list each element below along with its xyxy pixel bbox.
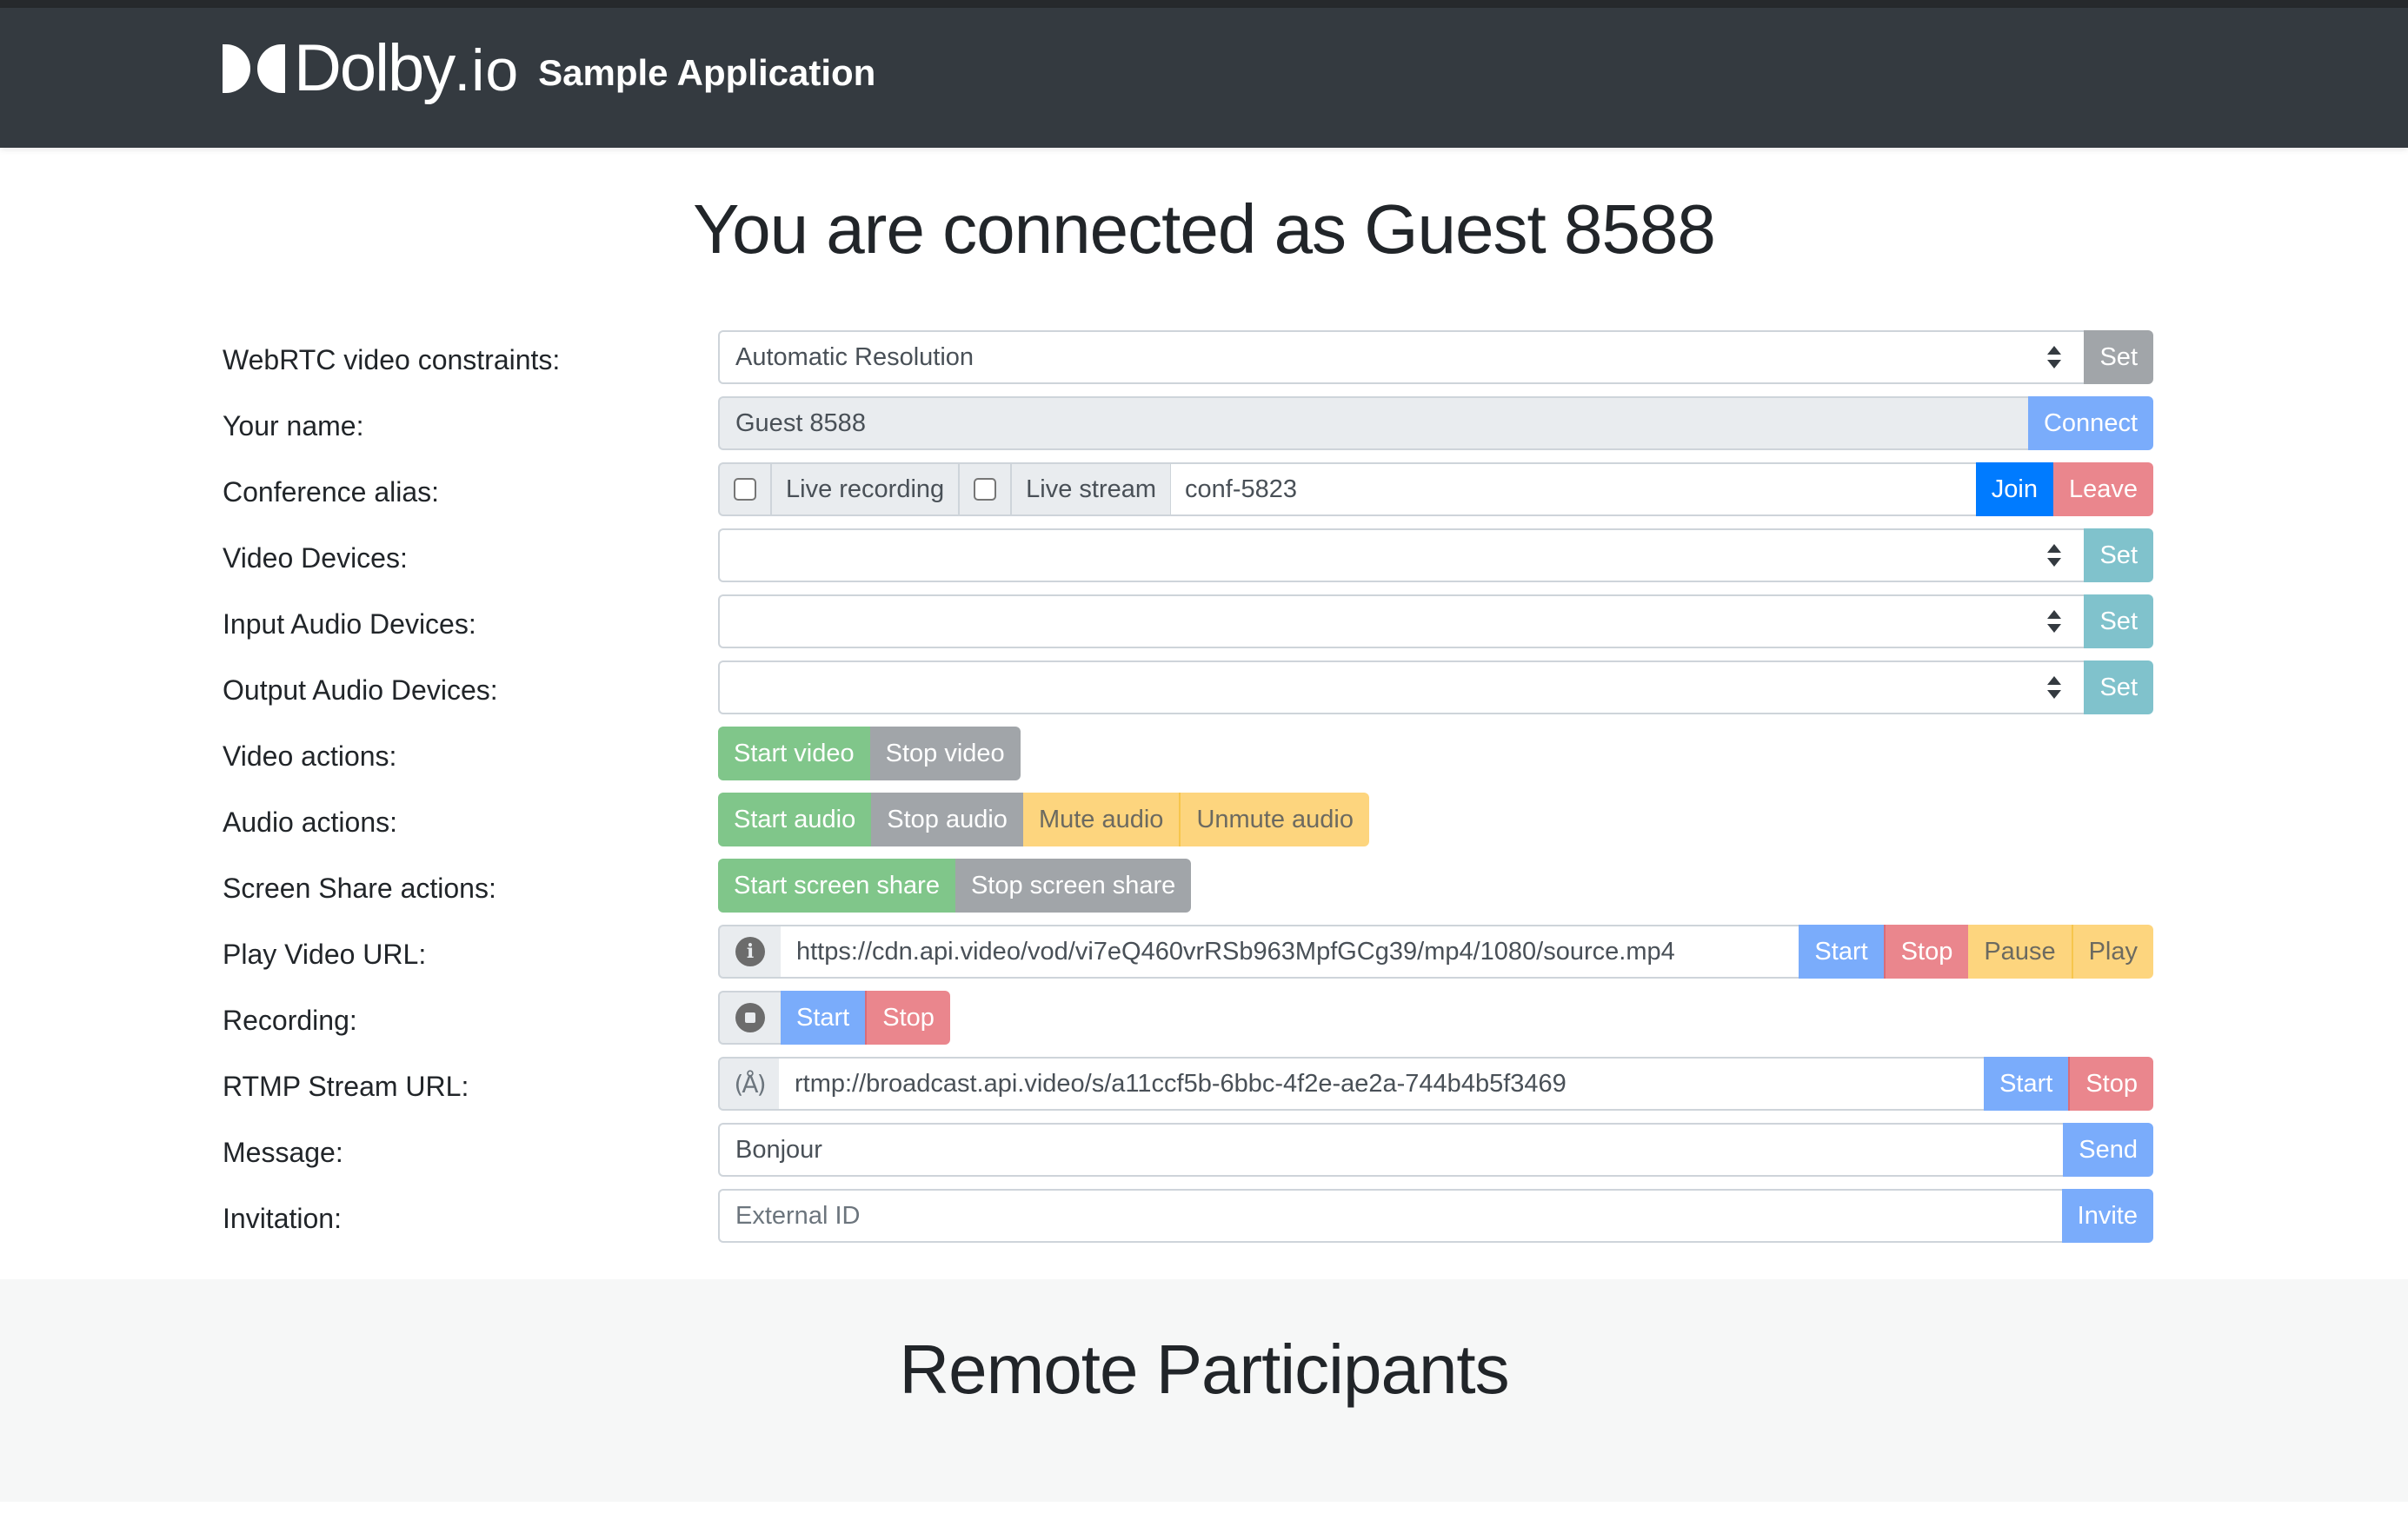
input-audio-devices-select[interactable]: [718, 594, 2085, 648]
start-screen-share-button[interactable]: Start screen share: [718, 859, 955, 913]
connect-button[interactable]: Connect: [2027, 396, 2153, 450]
play-video-url-button[interactable]: Play: [2071, 925, 2153, 979]
navbar: Dolby.io Sample Application: [0, 8, 2408, 148]
row-recording: Recording: Start Stop: [223, 991, 2153, 1045]
broadcast-antenna-icon: (Å): [734, 1069, 766, 1099]
label-recording: Recording:: [223, 1005, 357, 1036]
video-url-input[interactable]: https://cdn.api.video/vod/vi7eQ460vrRSb9…: [781, 925, 1799, 979]
info-icon-addon: i: [718, 925, 781, 979]
live-stream-checkbox-addon: [958, 462, 1011, 516]
live-stream-checkbox[interactable]: [974, 478, 997, 501]
row-invitation: Invitation: External ID Invite: [223, 1189, 2153, 1243]
rtmp-url-input[interactable]: rtmp://broadcast.api.video/s/a11ccf5b-6b…: [779, 1057, 1985, 1111]
pause-video-url-button[interactable]: Pause: [1968, 925, 2072, 979]
stop-circle-icon: [735, 1003, 765, 1032]
remote-participants-title: Remote Participants: [899, 1331, 1509, 1408]
start-recording-button[interactable]: Start: [781, 991, 866, 1045]
rtmp-icon-addon: (Å): [718, 1057, 779, 1111]
dolby-logo-icon: [223, 44, 285, 93]
label-video-constraints: WebRTC video constraints:: [223, 344, 561, 375]
label-audio-actions: Audio actions:: [223, 807, 398, 838]
video-devices-select[interactable]: [718, 528, 2085, 582]
select-arrows-icon: [2047, 346, 2062, 368]
message-input[interactable]: Bonjour: [718, 1123, 2064, 1177]
brand[interactable]: Dolby.io Sample Application: [223, 34, 875, 103]
row-video-constraints: WebRTC video constraints: Automatic Reso…: [223, 330, 2153, 384]
invite-button[interactable]: Invite: [2061, 1189, 2153, 1243]
brand-name: Dolby.io: [294, 31, 520, 105]
info-icon: i: [735, 937, 765, 966]
app-title: Sample Application: [538, 52, 876, 93]
select-arrows-icon: [2047, 610, 2062, 633]
name-input[interactable]: Guest 8588: [718, 396, 2028, 450]
select-arrows-icon: [2047, 676, 2062, 699]
row-audio-actions: Audio actions: Start audio Stop audio Mu…: [223, 793, 2153, 846]
row-play-video-url: Play Video URL: i https://cdn.api.video/…: [223, 925, 2153, 979]
label-screen-share-actions: Screen Share actions:: [223, 873, 496, 904]
stop-video-button[interactable]: Stop video: [869, 727, 1021, 780]
live-recording-label: Live recording: [770, 462, 959, 516]
window-top-strip: [0, 0, 2408, 8]
label-video-devices: Video Devices:: [223, 542, 408, 574]
recording-icon-addon: [718, 991, 781, 1045]
video-constraints-value: Automatic Resolution: [735, 342, 975, 371]
output-audio-devices-select[interactable]: [718, 660, 2085, 714]
leave-button[interactable]: Leave: [2052, 462, 2153, 516]
row-input-audio-devices: Input Audio Devices: Set: [223, 594, 2153, 648]
label-rtmp-stream-url: RTMP Stream URL:: [223, 1071, 469, 1102]
label-play-video-url: Play Video URL:: [223, 939, 427, 970]
row-video-actions: Video actions: Start video Stop video: [223, 727, 2153, 780]
row-video-devices: Video Devices: Set: [223, 528, 2153, 582]
label-input-audio-devices: Input Audio Devices:: [223, 608, 476, 640]
stop-rtmp-button[interactable]: Stop: [2068, 1057, 2153, 1111]
row-message: Message: Bonjour Send: [223, 1123, 2153, 1177]
live-recording-checkbox-addon: [718, 462, 770, 516]
start-audio-button[interactable]: Start audio: [718, 793, 872, 846]
conference-alias-input[interactable]: conf-5823: [1170, 462, 1976, 516]
unmute-audio-button[interactable]: Unmute audio: [1179, 793, 1369, 846]
row-screen-share-actions: Screen Share actions: Start screen share…: [223, 859, 2153, 913]
label-name: Your name:: [223, 410, 364, 441]
live-recording-checkbox[interactable]: [734, 478, 756, 501]
label-video-actions: Video actions:: [223, 740, 397, 772]
remote-participants-section: Remote Participants: [0, 1279, 2408, 1502]
label-message: Message:: [223, 1137, 343, 1168]
live-stream-label: Live stream: [1010, 462, 1171, 516]
mute-audio-button[interactable]: Mute audio: [1022, 793, 1180, 846]
set-video-device-button[interactable]: Set: [2084, 528, 2153, 582]
external-id-input[interactable]: External ID: [718, 1189, 2062, 1243]
select-arrows-icon: [2047, 544, 2062, 567]
label-invitation: Invitation:: [223, 1203, 342, 1234]
stop-recording-button[interactable]: Stop: [865, 991, 950, 1045]
set-input-audio-device-button[interactable]: Set: [2084, 594, 2153, 648]
label-conference-alias: Conference alias:: [223, 476, 440, 508]
set-video-constraints-button[interactable]: Set: [2084, 330, 2153, 384]
row-conference-alias: Conference alias: Live recording Live st…: [223, 462, 2153, 516]
label-output-audio-devices: Output Audio Devices:: [223, 674, 498, 706]
stop-audio-button[interactable]: Stop audio: [871, 793, 1023, 846]
stop-screen-share-button[interactable]: Stop screen share: [955, 859, 1192, 913]
send-message-button[interactable]: Send: [2063, 1123, 2153, 1177]
video-constraints-select[interactable]: Automatic Resolution: [718, 330, 2085, 384]
stop-video-url-button[interactable]: Stop: [1883, 925, 1969, 979]
start-rtmp-button[interactable]: Start: [1984, 1057, 2069, 1111]
row-output-audio-devices: Output Audio Devices: Set: [223, 660, 2153, 714]
row-name: Your name: Guest 8588 Connect: [223, 396, 2153, 450]
page-title: You are connected as Guest 8588: [693, 190, 1716, 268]
join-button[interactable]: Join: [1975, 462, 2053, 516]
row-rtmp-stream-url: RTMP Stream URL: (Å) rtmp://broadcast.ap…: [223, 1057, 2153, 1111]
start-video-button[interactable]: Start video: [718, 727, 870, 780]
set-output-audio-device-button[interactable]: Set: [2084, 660, 2153, 714]
start-video-url-button[interactable]: Start: [1799, 925, 1884, 979]
